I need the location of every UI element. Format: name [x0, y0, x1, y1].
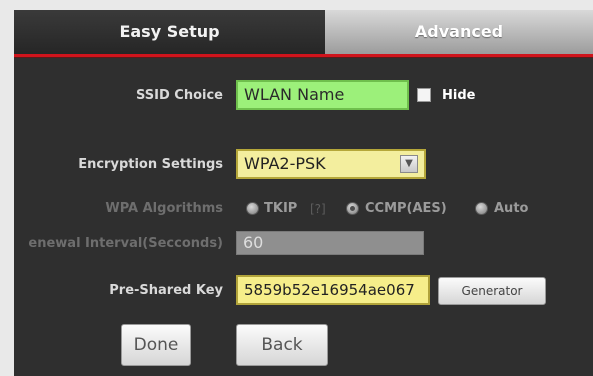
generator-button[interactable]: Generator [438, 277, 546, 305]
psk-input[interactable]: 5859b52e16954ae067 [236, 275, 430, 305]
tab-advanced[interactable]: Advanced [325, 10, 593, 54]
done-button[interactable]: Done [121, 324, 191, 366]
encryption-selected-value: WPA2-PSK [244, 154, 326, 173]
radio-tkip-label: TKIP [264, 201, 298, 216]
tab-easy-setup[interactable]: Easy Setup [14, 10, 325, 54]
radio-auto-label: Auto [494, 201, 529, 216]
radio-ccmp-aes[interactable] [346, 202, 359, 215]
ssid-label: SSID Choice [135, 88, 223, 103]
psk-row: Pre-Shared Key 5859b52e16954ae067 Genera… [14, 275, 593, 307]
accent-divider-shadow [14, 57, 593, 58]
chevron-down-icon[interactable]: ▼ [400, 155, 418, 173]
radio-tkip[interactable] [246, 202, 259, 215]
radio-ccmp-aes-label: CCMP(AES) [365, 201, 447, 216]
psk-label: Pre-Shared Key [109, 283, 223, 298]
renewal-interval-label: enewal Interval(Secconds) [28, 236, 223, 251]
wpa-algorithms-row: WPA Algorithms TKIP [?] CCMP(AES) Auto [14, 193, 593, 225]
renewal-interval-row: enewal Interval(Secconds) 60 [14, 228, 593, 260]
hide-ssid-label: Hide [442, 88, 476, 103]
radio-auto[interactable] [475, 202, 488, 215]
encryption-label: Encryption Settings [78, 157, 223, 172]
wireless-setup-panel: Easy Setup Advanced SSID Choice WLAN Nam… [14, 10, 593, 376]
tab-bar: Easy Setup Advanced [14, 10, 593, 54]
hide-ssid-checkbox[interactable] [417, 88, 431, 102]
encryption-select[interactable]: WPA2-PSK ▼ [236, 149, 426, 179]
renewal-interval-input[interactable]: 60 [236, 231, 424, 255]
back-button[interactable]: Back [236, 324, 328, 366]
wpa-algorithms-label: WPA Algorithms [105, 201, 223, 216]
ssid-row: SSID Choice WLAN Name Hide [14, 80, 593, 112]
help-icon[interactable]: [?] [310, 193, 326, 225]
ssid-input[interactable]: WLAN Name [236, 80, 409, 110]
encryption-row: Encryption Settings WPA2-PSK ▼ [14, 149, 593, 181]
